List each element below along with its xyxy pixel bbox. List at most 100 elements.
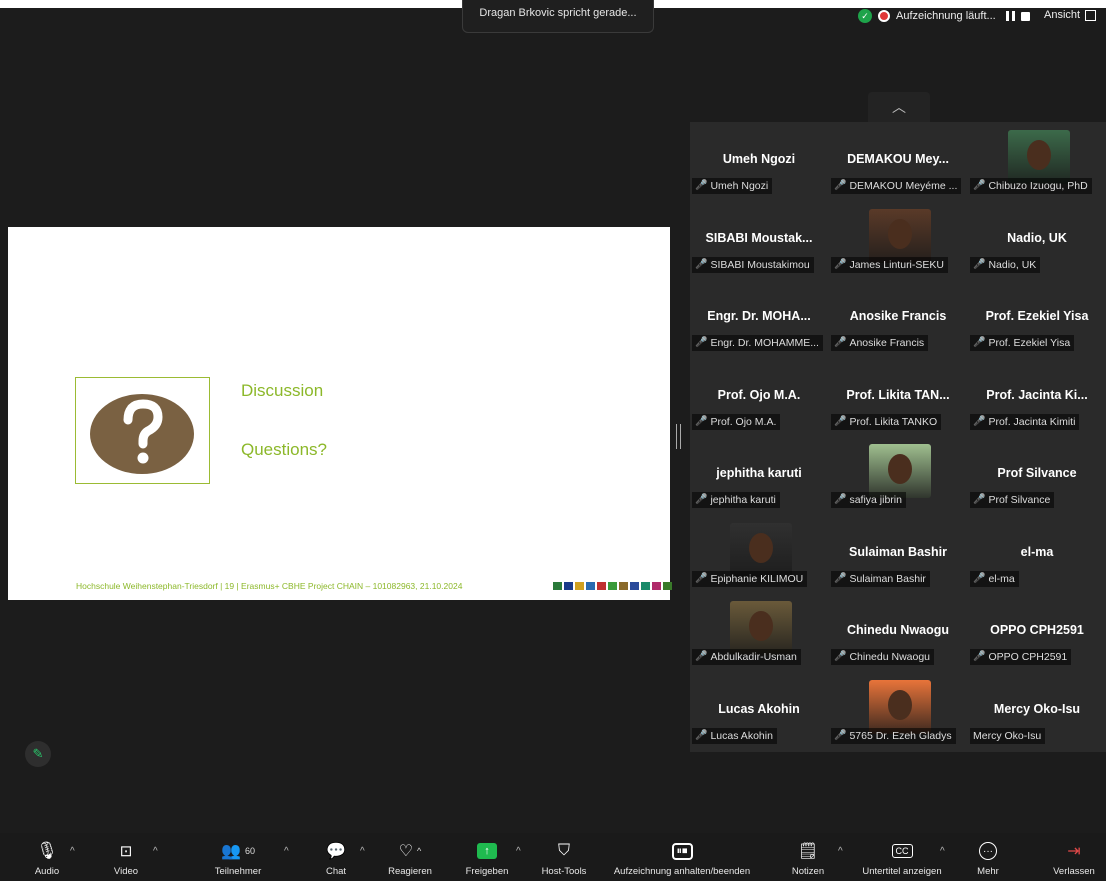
participant-label: 🎤 Epiphanie KILIMOU bbox=[692, 570, 808, 587]
participant-tile[interactable]: Prof. Ojo M.A. 🎤 Prof. Ojo M.A. bbox=[690, 358, 828, 436]
participant-label-text: el-ma bbox=[988, 572, 1015, 585]
participant-tile[interactable]: Umeh Ngozi 🎤 Umeh Ngozi bbox=[690, 122, 828, 200]
notes-icon: 🗒 bbox=[797, 843, 819, 860]
stop-recording-icon[interactable] bbox=[1020, 11, 1030, 21]
participants-label: Teilnehmer bbox=[214, 866, 262, 877]
pause-stop-recording-icon: ⏸⏹ bbox=[671, 842, 693, 860]
notes-options-caret-icon[interactable]: ^ bbox=[838, 846, 843, 857]
share-button[interactable]: ↑ Freigeben bbox=[462, 833, 512, 881]
view-button[interactable]: Ansicht bbox=[1044, 9, 1097, 21]
participant-label: 🎤 el-ma bbox=[970, 570, 1019, 587]
video-button[interactable]: ⊡ Video bbox=[109, 833, 143, 881]
participant-name: Lucas Akohin bbox=[718, 701, 800, 716]
participant-label-text: Epiphanie KILIMOU bbox=[710, 572, 804, 585]
recording-control-button[interactable]: ⏸⏹ Aufzeichnung anhalten/beenden bbox=[606, 833, 758, 881]
muted-mic-icon: 🎤 bbox=[695, 572, 708, 584]
shared-slide: Discussion Questions? Hochschule Weihens… bbox=[8, 227, 672, 600]
participant-tile[interactable]: 🎤 Chibuzo Izuogu, PhD bbox=[968, 122, 1106, 200]
chevron-up-icon[interactable]: ︿ bbox=[868, 92, 930, 122]
participant-tile[interactable]: DEMAKOU Mey... 🎤 DEMAKOU Meyéme ... bbox=[829, 122, 967, 200]
participant-label-text: Anosike Francis bbox=[849, 337, 925, 349]
participant-label-text: Prof. Jacinta Kimiti bbox=[988, 415, 1076, 428]
participant-tile[interactable]: 🎤 James Linturi-SEKU bbox=[829, 201, 967, 279]
participant-tile[interactable]: Anosike Francis 🎤 Anosike Francis bbox=[829, 279, 967, 357]
participant-label-text: James Linturi-SEKU bbox=[849, 258, 944, 271]
pause-recording-icon[interactable] bbox=[1005, 11, 1015, 21]
react-button[interactable]: ♡ ^ Reagieren bbox=[384, 833, 436, 881]
participant-name: el-ma bbox=[1020, 544, 1054, 559]
host-tools-button[interactable]: ⛉ Host-Tools bbox=[538, 833, 590, 881]
muted-mic-icon: 🎤 bbox=[695, 337, 708, 348]
leave-label: Verlassen bbox=[1053, 866, 1095, 877]
participant-name: Prof Silvance bbox=[997, 466, 1077, 480]
audio-button[interactable]: 🎙 Audio bbox=[30, 833, 64, 881]
muted-mic-icon: 🎤 bbox=[973, 258, 986, 270]
participant-tile[interactable]: Chinedu Nwaogu 🎤 Chinedu Nwaogu bbox=[829, 593, 967, 671]
participant-tile[interactable]: Prof. Jacinta Ki... 🎤 Prof. Jacinta Kimiti bbox=[968, 358, 1106, 436]
notes-button[interactable]: 🗒 Notizen bbox=[788, 833, 828, 881]
video-off-icon: ⊡ bbox=[119, 843, 133, 860]
participant-tile[interactable]: 🎤 Epiphanie KILIMOU bbox=[690, 515, 828, 593]
participant-tile[interactable]: 🎤 safiya jibrin bbox=[829, 436, 967, 514]
participant-label: 🎤 SIBABI Moustakimou bbox=[692, 256, 814, 273]
chat-button[interactable]: 💬 Chat bbox=[322, 833, 350, 881]
audio-options-caret-icon[interactable]: ^ bbox=[70, 846, 75, 857]
annotate-pen-icon[interactable]: ✎ bbox=[25, 741, 51, 767]
recording-status[interactable]: ✓ Aufzeichnung läuft... bbox=[858, 9, 1030, 23]
participant-label-text: jephitha karuti bbox=[710, 494, 776, 506]
participant-name: Prof. Jacinta Ki... bbox=[986, 387, 1088, 402]
video-options-caret-icon[interactable]: ^ bbox=[153, 846, 158, 857]
participant-tile[interactable]: Prof. Likita TAN... 🎤 Prof. Likita TANKO bbox=[829, 358, 967, 436]
participant-label: 🎤 Umeh Ngozi bbox=[692, 178, 773, 194]
participant-name: Umeh Ngozi bbox=[722, 152, 796, 166]
leave-icon: ⇥ bbox=[1067, 843, 1081, 860]
share-options-caret-icon[interactable]: ^ bbox=[516, 846, 521, 857]
participant-tile[interactable]: el-ma 🎤 el-ma bbox=[968, 515, 1106, 593]
participant-tile[interactable]: Nadio, UK 🎤 Nadio, UK bbox=[968, 201, 1106, 279]
recording-label: Aufzeichnung läuft... bbox=[896, 10, 996, 22]
participant-label-text: Chibuzo Izuogu, PhD bbox=[988, 180, 1088, 192]
chat-options-caret-icon[interactable]: ^ bbox=[360, 846, 365, 857]
participant-tile[interactable]: jephitha karuti 🎤 jephitha karuti bbox=[690, 436, 828, 514]
muted-mic-icon: 🎤 bbox=[973, 651, 986, 662]
captions-icon: CC bbox=[891, 844, 913, 858]
muted-mic-icon: 🎤 bbox=[695, 494, 708, 505]
participants-options-caret-icon[interactable]: ^ bbox=[284, 846, 289, 857]
participant-label-text: Umeh Ngozi bbox=[710, 180, 769, 192]
participant-label: 🎤 Anosike Francis bbox=[831, 335, 929, 351]
more-button[interactable]: ··· Mehr bbox=[973, 833, 1003, 881]
participant-label: 🎤 Prof Silvance bbox=[970, 492, 1055, 508]
participant-label-text: Abdulkadir-Usman bbox=[710, 651, 797, 663]
participant-face bbox=[749, 611, 773, 641]
captions-options-caret-icon[interactable]: ^ bbox=[940, 846, 945, 857]
participant-label: 🎤 Lucas Akohin bbox=[692, 727, 777, 744]
participant-label-text: Prof Silvance bbox=[988, 494, 1051, 506]
participant-tile[interactable]: Lucas Akohin 🎤 Lucas Akohin bbox=[690, 672, 828, 750]
more-icon: ··· bbox=[979, 842, 997, 860]
participant-label: 🎤 Prof. Likita TANKO bbox=[831, 413, 942, 430]
participant-tile[interactable]: Sulaiman Bashir 🎤 Sulaiman Bashir bbox=[829, 515, 967, 593]
participant-tile[interactable]: Prof Silvance 🎤 Prof Silvance bbox=[968, 436, 1106, 514]
meeting-toolbar: 🎙 Audio ^ ⊡ Video ^ 👥 60 Teilnehmer ^ 💬 C… bbox=[0, 833, 1106, 881]
muted-mic-icon: 🎤 bbox=[834, 572, 847, 584]
participants-button[interactable]: 👥 60 Teilnehmer bbox=[208, 833, 268, 881]
participant-label: 🎤 Prof. Jacinta Kimiti bbox=[970, 413, 1080, 430]
participant-label-text: Prof. Ojo M.A. bbox=[710, 415, 777, 428]
participant-tile[interactable]: 🎤 Abdulkadir-Usman bbox=[690, 593, 828, 671]
participant-label-text: OPPO CPH2591 bbox=[988, 651, 1068, 663]
participant-tile[interactable]: SIBABI Moustak... 🎤 SIBABI Moustakimou bbox=[690, 201, 828, 279]
leave-button[interactable]: ⇥ Verlassen bbox=[1052, 833, 1096, 881]
participant-video bbox=[869, 208, 931, 263]
participant-tile[interactable]: 🎤 5765 Dr. Ezeh Gladys bbox=[829, 672, 967, 750]
muted-mic-icon: 🎤 bbox=[695, 651, 708, 662]
participant-tile[interactable]: Mercy Oko-Isu Mercy Oko-Isu bbox=[968, 672, 1106, 750]
participants-icon: 👥 bbox=[221, 843, 241, 860]
participant-name: Chinedu Nwaogu bbox=[846, 623, 950, 637]
participant-name: Prof. Ojo M.A. bbox=[717, 387, 801, 402]
muted-mic-icon: 🎤 bbox=[834, 258, 847, 270]
participant-tile[interactable]: OPPO CPH2591 🎤 OPPO CPH2591 bbox=[968, 593, 1106, 671]
captions-button[interactable]: CC Untertitel anzeigen bbox=[857, 833, 947, 881]
participant-tile[interactable]: Engr. Dr. MOHA... 🎤 Engr. Dr. MOHAMME... bbox=[690, 279, 828, 357]
participant-tile[interactable]: Prof. Ezekiel Yisa 🎤 Prof. Ezekiel Yisa bbox=[968, 279, 1106, 357]
resize-handle[interactable] bbox=[676, 424, 681, 449]
